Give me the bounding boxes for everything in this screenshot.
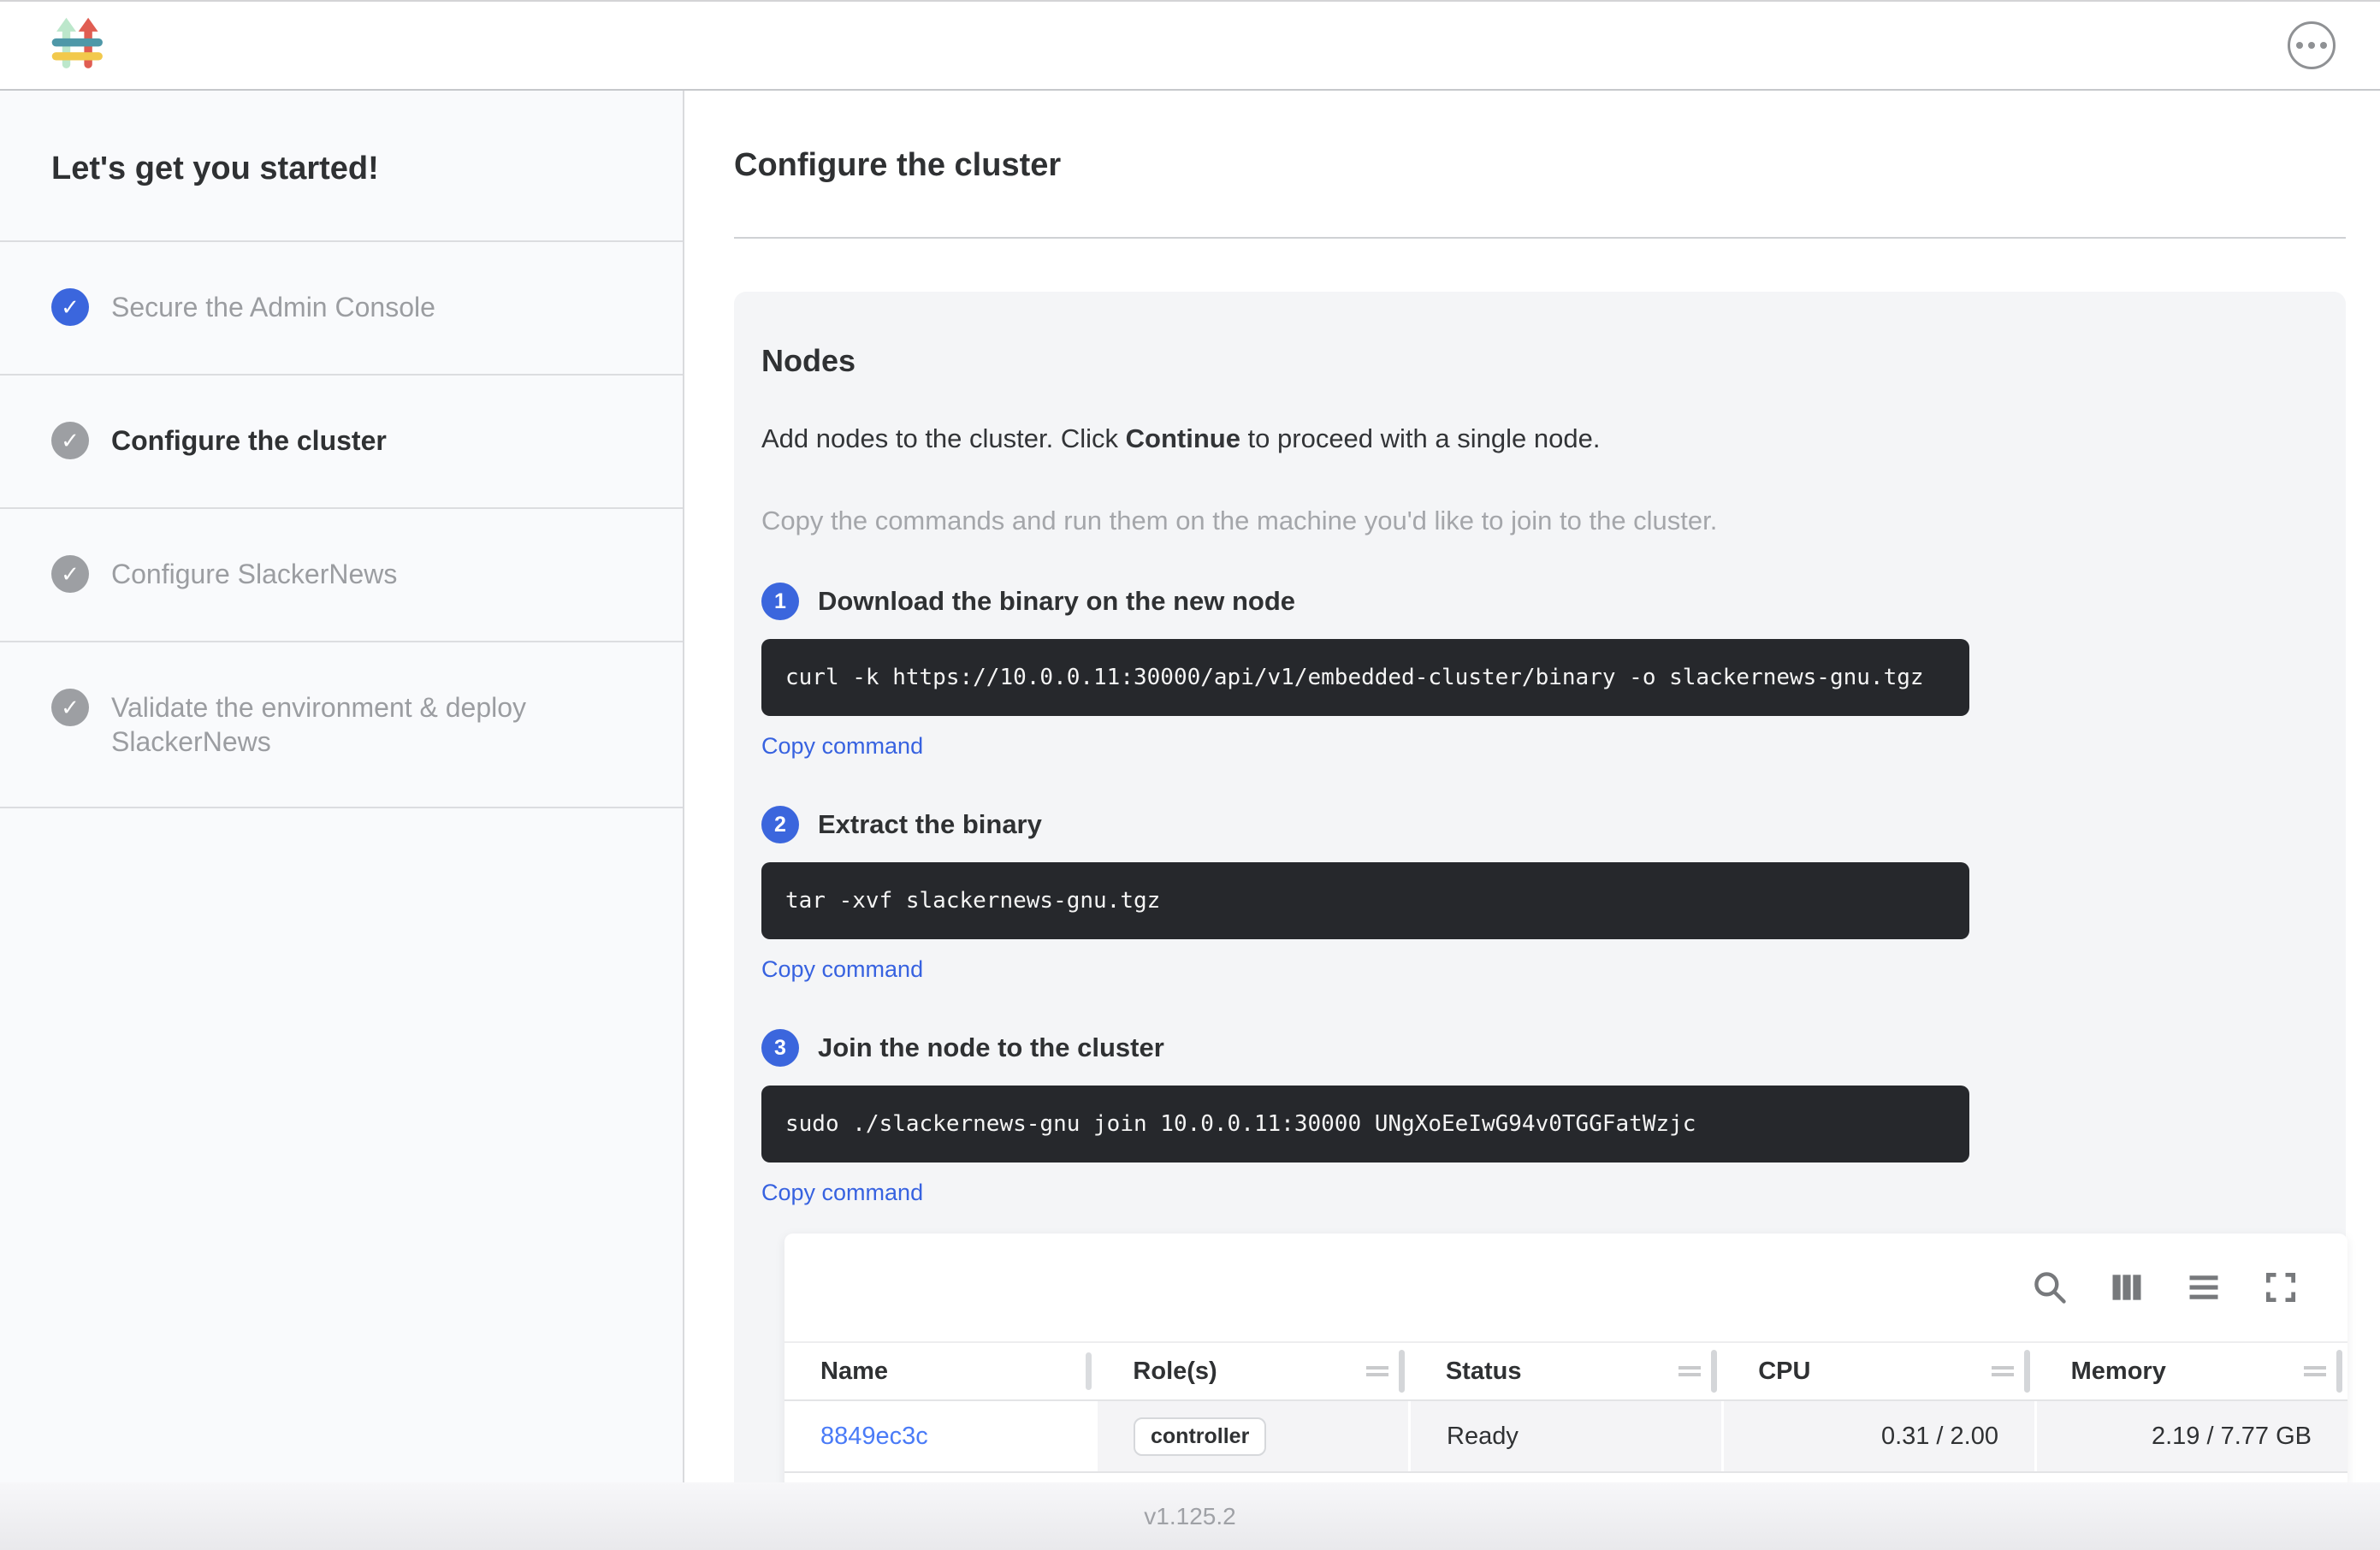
step-number-badge: 2	[761, 806, 799, 843]
cpu-value: 0.31 / 2.00	[1881, 1423, 1998, 1451]
setup-steps-sidebar: Let's get you started! ✓ Secure the Admi…	[0, 91, 684, 1482]
command-code-block: curl -k https://10.0.0.11:30000/api/v1/e…	[761, 639, 1969, 716]
command-code-block: sudo ./slackernews-gnu join 10.0.0.11:30…	[761, 1086, 1969, 1162]
main-content: Configure the cluster Nodes Add nodes to…	[684, 91, 2380, 1482]
sidebar-item-label: Configure SlackerNews	[111, 557, 397, 591]
sidebar-item-configure-slackernews[interactable]: ✓ Configure SlackerNews	[0, 509, 683, 642]
column-label: Name	[820, 1358, 888, 1386]
step-number-badge: 3	[761, 1029, 799, 1067]
column-drag-icon[interactable]	[1990, 1364, 2016, 1379]
version-footer: v1.125.2	[0, 1482, 2380, 1550]
intro-continue-word: Continue	[1126, 423, 1240, 453]
ellipsis-dot	[2308, 42, 2315, 49]
cell-memory: 2.19 / 7.77 GB	[2034, 1401, 2347, 1471]
copy-command-link[interactable]: Copy command	[761, 733, 923, 760]
sidebar-item-label: Configure the cluster	[111, 423, 387, 458]
column-resize-handle[interactable]	[2336, 1350, 2342, 1393]
fullscreen-icon[interactable]	[2262, 1269, 2300, 1306]
step-title: Extract the binary	[818, 809, 1042, 840]
column-label: Status	[1446, 1358, 1522, 1386]
search-icon[interactable]	[2031, 1269, 2069, 1306]
intro-text: to proceed with a single node.	[1240, 423, 1601, 453]
column-header-status[interactable]: Status	[1410, 1343, 1722, 1399]
show-hide-columns-icon[interactable]	[2108, 1269, 2146, 1306]
column-header-memory[interactable]: Memory	[2035, 1343, 2347, 1399]
step-title: Join the node to the cluster	[818, 1032, 1164, 1063]
copy-command-link[interactable]: Copy command	[761, 956, 923, 983]
status-text: Ready	[1447, 1423, 1519, 1451]
command-code-block: tar -xvf slackernews-gnu.tgz	[761, 862, 1969, 939]
table-row: 8849ec3c controller Ready 0.31 / 2.00 2.…	[784, 1401, 2347, 1473]
cell-roles: controller	[1095, 1401, 1408, 1471]
nodes-card: Nodes Add nodes to the cluster. Click Co…	[734, 292, 2346, 1482]
step-title: Download the binary on the new node	[818, 586, 1295, 617]
table-footer-spacer	[784, 1473, 2347, 1482]
join-hint-text: Copy the commands and run them on the ma…	[761, 506, 2318, 536]
overflow-menu-button[interactable]	[2288, 21, 2336, 69]
sidebar-item-configure-cluster[interactable]: ✓ Configure the cluster	[0, 376, 683, 509]
cell-name: 8849ec3c	[784, 1401, 1095, 1471]
check-circle-icon: ✓	[51, 555, 89, 593]
column-resize-handle[interactable]	[1711, 1350, 1717, 1393]
ellipsis-dot	[2296, 42, 2303, 49]
join-step-2: 2 Extract the binary tar -xvf slackernew…	[761, 806, 2318, 983]
page-title: Configure the cluster	[734, 147, 2346, 184]
nodes-intro: Add nodes to the cluster. Click Continue…	[761, 423, 2318, 454]
column-drag-icon[interactable]	[1365, 1364, 1390, 1379]
column-label: Role(s)	[1133, 1358, 1217, 1386]
column-drag-icon[interactable]	[2302, 1364, 2328, 1379]
cell-cpu: 0.31 / 2.00	[1721, 1401, 2034, 1471]
slackernews-logo-icon	[50, 15, 110, 75]
column-drag-icon[interactable]	[1677, 1364, 1702, 1379]
column-header-name[interactable]: Name	[784, 1343, 1097, 1399]
sidebar-item-validate-deploy[interactable]: ✓ Validate the environment & deploy Slac…	[0, 642, 683, 808]
check-circle-icon: ✓	[51, 689, 89, 726]
column-label: CPU	[1758, 1358, 1810, 1386]
role-badge: controller	[1134, 1417, 1266, 1456]
ellipsis-dot	[2320, 42, 2327, 49]
column-header-roles[interactable]: Role(s)	[1097, 1343, 1409, 1399]
title-divider	[734, 237, 2346, 239]
sidebar-item-secure-admin-console[interactable]: ✓ Secure the Admin Console	[0, 242, 683, 376]
table-toolbar	[784, 1233, 2347, 1341]
column-resize-handle[interactable]	[1086, 1352, 1092, 1390]
top-bar	[0, 0, 2380, 91]
join-step-3: 3 Join the node to the cluster sudo ./sl…	[761, 1029, 2318, 1206]
copy-command-link[interactable]: Copy command	[761, 1180, 923, 1206]
column-resize-handle[interactable]	[1399, 1350, 1405, 1393]
density-icon[interactable]	[2185, 1269, 2223, 1306]
sidebar-item-label: Validate the environment & deploy Slacke…	[111, 690, 589, 759]
check-circle-icon: ✓	[51, 288, 89, 326]
join-step-1: 1 Download the binary on the new node cu…	[761, 583, 2318, 760]
check-circle-icon: ✓	[51, 422, 89, 459]
step-number-badge: 1	[761, 583, 799, 620]
nodes-heading: Nodes	[761, 343, 2318, 379]
version-text: v1.125.2	[1144, 1503, 1235, 1530]
nodes-table-panel: Name Role(s) Status	[784, 1233, 2347, 1482]
node-name-link[interactable]: 8849ec3c	[820, 1423, 928, 1451]
sidebar-item-label: Secure the Admin Console	[111, 290, 435, 324]
table-header-row: Name Role(s) Status	[784, 1341, 2347, 1401]
cell-status: Ready	[1408, 1401, 1721, 1471]
column-label: Memory	[2071, 1358, 2166, 1386]
memory-value: 2.19 / 7.77 GB	[2152, 1423, 2312, 1451]
column-header-cpu[interactable]: CPU	[1722, 1343, 2034, 1399]
column-resize-handle[interactable]	[2024, 1350, 2030, 1393]
sidebar-title: Let's get you started!	[0, 91, 683, 242]
intro-text: Add nodes to the cluster. Click	[761, 423, 1126, 453]
